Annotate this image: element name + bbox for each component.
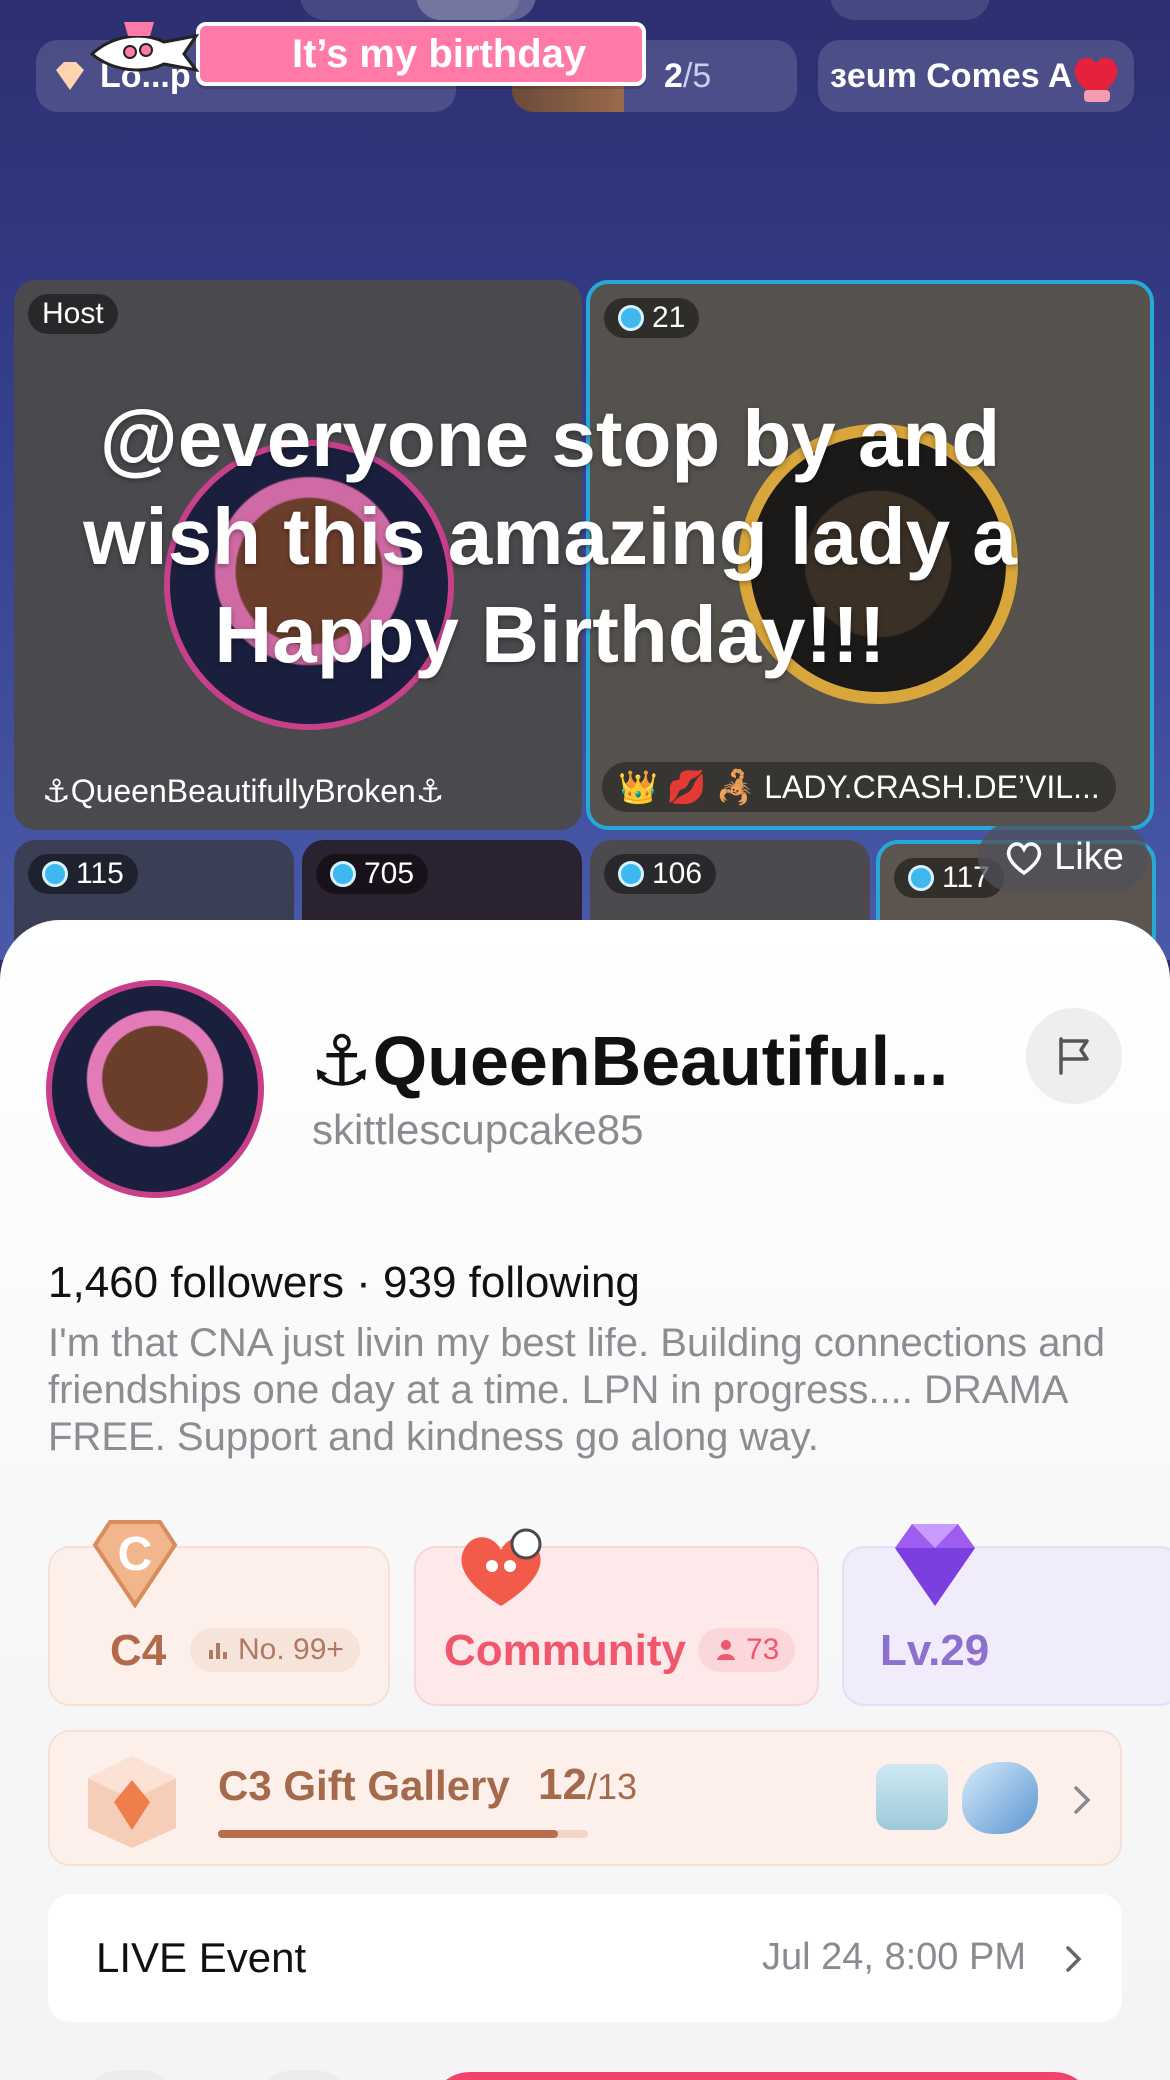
like-button[interactable]: Like	[978, 822, 1148, 892]
rank-title: C4	[110, 1626, 167, 1675]
guest-name: 👑 💋 🦂 LADY.CRASH.DE’VIL...	[602, 762, 1116, 812]
gem-icon	[908, 865, 934, 891]
chevron-right-icon	[1066, 1946, 1082, 1972]
heart-balloon-icon	[1074, 57, 1118, 102]
guest-level-label: 21	[652, 301, 686, 334]
gallery-cube-icon	[88, 1756, 176, 1848]
person-icon	[717, 1640, 735, 1660]
follow-cta-button[interactable]	[430, 2072, 1094, 2080]
gift-thumbnail-2	[962, 1762, 1038, 1834]
bar-chart-icon	[209, 1643, 227, 1659]
gallery-count: 12/13	[538, 1760, 637, 1810]
event-chip-label: ɜeum Comes A	[830, 56, 1073, 95]
goal-progress-current: 2	[664, 56, 683, 95]
profile-avatar[interactable]	[46, 980, 264, 1198]
gallery-progress-bar	[218, 1830, 588, 1838]
heart-outline-icon	[1006, 842, 1042, 876]
host-name: ⚓QueenBeautifullyBroken⚓	[42, 773, 445, 809]
guest-tile-badge: 106	[604, 854, 717, 894]
gallery-progress-fill	[218, 1830, 559, 1838]
guest-tile-level: 115	[76, 857, 124, 890]
guest-level-badge: 21	[604, 298, 700, 338]
profile-sheet: ⚓QueenBeautiful... skittlescupcake85 1,4…	[0, 920, 1170, 2080]
diamond-icon	[895, 1524, 975, 1606]
svg-text:C: C	[118, 1528, 153, 1581]
gallery-title: C3 Gift Gallery	[218, 1762, 510, 1809]
level-card[interactable]: Lv.29	[842, 1524, 1170, 1706]
gem-icon	[330, 861, 356, 887]
guest-tile-badge: 115	[28, 854, 138, 894]
live-event-row[interactable]: LIVE Event Jul 24, 8:00 PM	[48, 1894, 1122, 2022]
guest-tile-level: 106	[652, 857, 703, 890]
rank-position-label: No. 99+	[238, 1633, 344, 1666]
report-button[interactable]	[1026, 1008, 1122, 1104]
profile-username: skittlescupcake85	[312, 1106, 644, 1153]
rank-shield-icon: C	[92, 1520, 178, 1609]
goal-progress-total: /5	[682, 56, 712, 95]
flag-icon	[1059, 1037, 1089, 1075]
overlay-message: @everyone stop by and wish this amazing …	[83, 394, 1017, 679]
community-member-count: 73	[746, 1633, 780, 1666]
gallery-count-current: 12	[538, 1760, 587, 1809]
profile-display-name: ⚓QueenBeautiful...	[310, 1022, 949, 1100]
heart-mascot-icon	[461, 1528, 542, 1606]
live-event-title: LIVE Event	[96, 1934, 307, 1981]
community-title: Community	[444, 1626, 686, 1675]
top-viewers-pill[interactable]	[830, 0, 990, 20]
guest-tile-level: 705	[364, 857, 415, 890]
level-title: Lv.29	[880, 1626, 990, 1675]
bottom-action-2[interactable]	[254, 2070, 354, 2080]
rank-position-tag: No. 99+	[190, 1628, 360, 1672]
live-stage: Lo...p 2 /5 ɜeum Comes A It’s my birthda…	[0, 0, 1170, 960]
gift-gallery-row[interactable]: C3 Gift Gallery 12/13	[48, 1730, 1122, 1866]
birthday-banner[interactable]: It’s my birthday	[84, 14, 646, 92]
live-event-date: Jul 24, 8:00 PM	[761, 1936, 1026, 1978]
gallery-count-total: /13	[586, 1766, 637, 1807]
gem-icon	[618, 861, 644, 887]
guest-tile-badge: 705	[316, 854, 429, 894]
gem-icon	[42, 861, 68, 887]
bottom-action-1[interactable]	[80, 2070, 180, 2080]
follow-stats[interactable]: 1,460 followers · 939 following	[48, 1258, 640, 1308]
rank-card[interactable]: C C4 No. 99+	[48, 1520, 390, 1706]
gem-icon	[618, 305, 644, 331]
event-chip[interactable]: ɜeum Comes A	[818, 40, 1134, 112]
birthday-banner-label: It’s my birthday	[196, 22, 646, 86]
gift-thumbnail-1	[876, 1764, 948, 1830]
community-member-tag: 73	[698, 1628, 796, 1672]
host-badge-label: Host	[42, 297, 104, 330]
like-label: Like	[1054, 835, 1124, 878]
profile-bio: I'm that CNA just livin my best life. Bu…	[48, 1321, 1106, 1459]
community-card[interactable]: Community 73	[414, 1528, 819, 1706]
host-badge: Host	[28, 294, 118, 334]
airplane-icon	[89, 22, 200, 73]
chevron-right-icon	[1074, 1786, 1091, 1814]
